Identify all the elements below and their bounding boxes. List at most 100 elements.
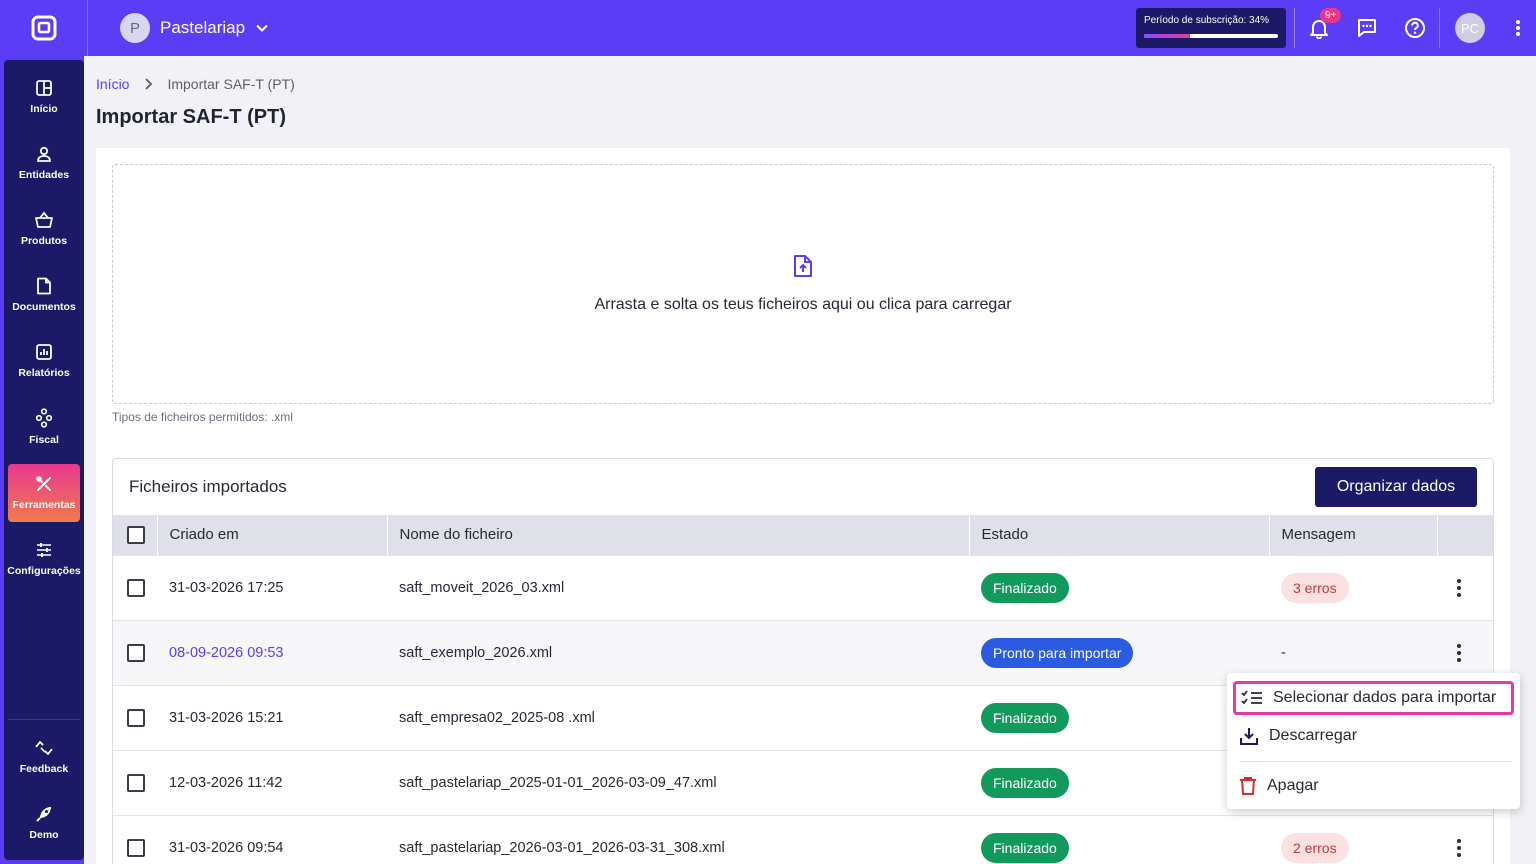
feedback-icon xyxy=(35,741,53,755)
sidebar-item-feedback[interactable]: Feedback xyxy=(8,728,80,786)
notifications-button[interactable]: 9+ xyxy=(1295,0,1343,56)
sidebar-item-label: Fiscal xyxy=(29,434,59,446)
notifications-badge: 9+ xyxy=(1320,8,1342,23)
more-options-button[interactable] xyxy=(1500,0,1536,56)
menu-item-download[interactable]: Descarregar xyxy=(1227,719,1357,753)
created-cell: 31-03-2026 09:54 xyxy=(157,814,387,864)
created-cell: 31-03-2026 15:21 xyxy=(157,684,387,750)
breadcrumb: Início Importar SAF-T (PT) xyxy=(96,76,295,92)
kebab-icon xyxy=(1516,20,1520,36)
row-context-menu: Selecionar dados para importar Descarreg… xyxy=(1227,673,1520,809)
menu-item-label: Apagar xyxy=(1267,777,1319,794)
filename-cell: saft_exemplo_2026.xml xyxy=(387,619,969,685)
table-row[interactable]: 31-03-2026 17:25 saft_moveit_2026_03.xml… xyxy=(113,554,1493,620)
menu-item-delete[interactable]: Apagar xyxy=(1227,769,1319,803)
help-icon xyxy=(1405,18,1425,38)
sidebar-item-label: Produtos xyxy=(20,235,68,247)
subscription-period[interactable]: Período de subscrição: 34% xyxy=(1136,8,1286,48)
menu-item-label: Selecionar dados para importar xyxy=(1273,689,1497,706)
chevron-down-icon xyxy=(256,24,268,32)
sidebar-item-entidades[interactable]: Entidades xyxy=(8,134,80,192)
app-logo[interactable] xyxy=(0,0,88,56)
sidebar-divider xyxy=(8,719,80,720)
status-badge: Finalizado xyxy=(981,572,1069,603)
column-header-filename[interactable]: Nome do ficheiro xyxy=(387,515,970,555)
file-dropzone[interactable]: Arrasta e solta os teus ficheiros aqui o… xyxy=(112,164,1494,404)
rocket-icon xyxy=(36,807,51,822)
basket-icon xyxy=(35,211,53,228)
subscription-label: Período de subscrição: 34% xyxy=(1144,15,1270,26)
filename-cell: saft_empresa02_2025-08 .xml xyxy=(387,684,969,750)
status-badge: Finalizado xyxy=(981,702,1069,733)
user-avatar: PC xyxy=(1455,13,1485,43)
breadcrumb-current: Importar SAF-T (PT) xyxy=(167,76,295,92)
hierarchy-icon xyxy=(35,408,53,428)
sidebar: Início Entidades Produtos Documentos Rel… xyxy=(4,60,84,860)
row-checkbox[interactable] xyxy=(127,578,145,597)
help-button[interactable] xyxy=(1391,0,1439,56)
sidebar-item-ferramentas[interactable]: Ferramentas xyxy=(8,464,80,522)
download-icon xyxy=(1240,728,1258,745)
sidebar-item-label: Entidades xyxy=(18,169,70,181)
allowed-file-types: Tipos de ficheiros permitidos: .xml xyxy=(112,410,293,424)
page-title: Importar SAF-T (PT) xyxy=(96,106,286,128)
filename-cell: saft_pastelariap_2025-01-01_2026-03-09_4… xyxy=(387,749,969,815)
status-badge: Finalizado xyxy=(981,767,1069,798)
document-icon xyxy=(37,277,51,295)
sidebar-item-inicio[interactable]: Início xyxy=(8,68,80,126)
created-cell: 12-03-2026 11:42 xyxy=(157,749,387,815)
sidebar-item-label: Relatórios xyxy=(18,367,70,379)
column-header-status[interactable]: Estado xyxy=(969,515,1270,555)
status-badge: Finalizado xyxy=(981,832,1069,863)
sliders-icon xyxy=(37,543,51,557)
tools-icon xyxy=(36,476,51,491)
created-cell: 31-03-2026 17:25 xyxy=(157,554,387,620)
menu-item-select-data[interactable]: Selecionar dados para importar xyxy=(1233,681,1514,715)
sidebar-item-label: Início xyxy=(30,103,58,115)
sidebar-item-documentos[interactable]: Documentos xyxy=(8,266,80,324)
organize-data-button[interactable]: Organizar dados xyxy=(1315,467,1477,507)
trash-icon xyxy=(1240,777,1256,795)
menu-item-label: Descarregar xyxy=(1269,727,1358,744)
chat-icon xyxy=(1358,19,1376,37)
message-badge: 3 erros xyxy=(1281,572,1349,603)
row-actions-button[interactable] xyxy=(1449,643,1469,662)
person-icon xyxy=(37,146,51,162)
row-checkbox[interactable] xyxy=(127,708,145,727)
status-badge: Pronto para importar xyxy=(981,637,1134,668)
sidebar-item-configuracoes[interactable]: Configurações xyxy=(7,530,81,588)
row-checkbox[interactable] xyxy=(127,773,145,792)
breadcrumb-home-link[interactable]: Início xyxy=(96,76,129,92)
sidebar-item-produtos[interactable]: Produtos xyxy=(8,200,80,258)
company-avatar: P xyxy=(120,13,150,43)
company-name: Pastelariap xyxy=(160,18,246,37)
sidebar-item-label: Feedback xyxy=(19,763,69,775)
select-all-checkbox[interactable] xyxy=(127,525,145,544)
message-badge: 2 erros xyxy=(1281,832,1349,863)
column-header-created[interactable]: Criado em xyxy=(157,515,388,555)
subscription-progress-bar xyxy=(1144,34,1278,38)
row-checkbox[interactable] xyxy=(127,643,145,662)
filename-cell: saft_pastelariap_2026-03-01_2026-03-31_3… xyxy=(387,814,969,864)
sidebar-item-label: Configurações xyxy=(7,565,81,577)
created-link[interactable]: 08-09-2026 09:53 xyxy=(169,645,284,661)
row-checkbox[interactable] xyxy=(127,838,145,857)
user-menu-button[interactable]: PC xyxy=(1440,0,1500,56)
sidebar-item-label: Documentos xyxy=(12,301,76,313)
sidebar-item-label: Demo xyxy=(29,829,59,841)
row-actions-button[interactable] xyxy=(1449,838,1469,857)
sidebar-item-demo[interactable]: Demo xyxy=(8,794,80,852)
sidebar-item-label: Ferramentas xyxy=(12,499,76,511)
row-actions-button[interactable] xyxy=(1449,578,1469,597)
chevron-right-icon xyxy=(145,78,153,90)
company-switcher[interactable]: P Pastelariap xyxy=(120,13,269,43)
column-header-message[interactable]: Mensagem xyxy=(1269,515,1438,555)
chart-icon xyxy=(36,344,52,360)
messages-button[interactable] xyxy=(1343,0,1391,56)
sidebar-item-relatorios[interactable]: Relatórios xyxy=(8,332,80,390)
sidebar-item-fiscal[interactable]: Fiscal xyxy=(8,398,80,456)
imported-files-title: Ficheiros importados xyxy=(129,477,287,496)
table-row[interactable]: 31-03-2026 09:54 saft_pastelariap_2026-0… xyxy=(113,814,1493,864)
dropzone-text: Arrasta e solta os teus ficheiros aqui o… xyxy=(594,296,1012,313)
logo-icon xyxy=(31,15,56,41)
